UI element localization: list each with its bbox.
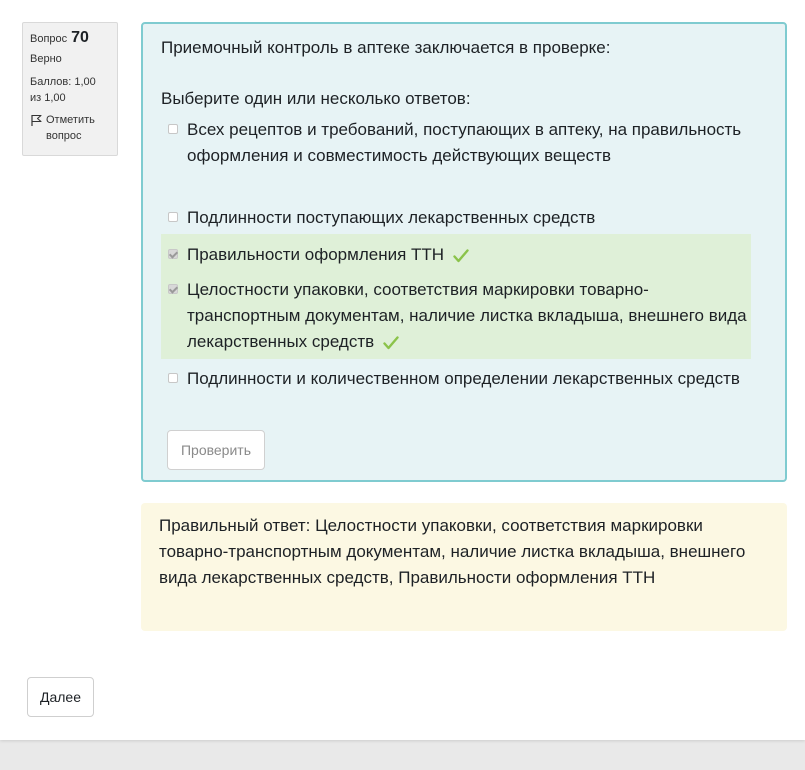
question-box: Приемочный контроль в аптеке заключается… (141, 22, 787, 482)
option-checkbox[interactable] (168, 249, 178, 259)
option-checkbox[interactable] (168, 124, 178, 134)
answer-option-2[interactable]: Подлинности поступающих лекарственных ср… (161, 205, 751, 231)
question-state: Верно (30, 53, 62, 65)
answer-option-1[interactable]: Всех рецептов и требований, поступающих … (161, 117, 751, 169)
flag-label: Отметить вопрос (46, 114, 95, 142)
check-mark-icon (383, 336, 399, 350)
answer-option-3[interactable]: Правильности оформления ТТН (161, 242, 751, 268)
question-grade: Баллов: 1,00 из 1,00 (30, 76, 96, 104)
correct-answer-feedback: Правильный ответ: Целостности упаковки, … (141, 503, 787, 631)
answer-prompt: Выберите один или несколько ответов: (161, 89, 471, 108)
option-label: Всех рецептов и требований, поступающих … (187, 120, 742, 165)
feedback-text: Правильный ответ: Целостности упаковки, … (159, 516, 746, 587)
answer-option-5[interactable]: Подлинности и количественном определении… (161, 366, 751, 392)
flag-question-link[interactable]: Отметить вопрос (30, 112, 110, 144)
check-mark-icon (453, 249, 469, 263)
question-number-row: Вопрос 70 (30, 30, 110, 47)
option-label: Подлинности и количественном определении… (187, 369, 740, 388)
question-number: 70 (71, 29, 89, 46)
option-checkbox[interactable] (168, 373, 178, 383)
option-label: Целостности упаковки, соответствия марки… (187, 280, 747, 351)
option-checkbox[interactable] (168, 212, 178, 222)
option-label: Правильности оформления ТТН (187, 245, 445, 264)
option-checkbox[interactable] (168, 284, 178, 294)
next-button[interactable]: Далее (27, 677, 94, 717)
option-label: Подлинности поступающих лекарственных ср… (187, 208, 596, 227)
question-text: Приемочный контроль в аптеке заключается… (161, 38, 611, 57)
question-label: Вопрос (30, 33, 68, 45)
quiz-page: Вопрос 70 Верно Баллов: 1,00 из 1,00 Отм… (0, 0, 805, 740)
check-button[interactable]: Проверить (167, 430, 265, 470)
answer-option-4[interactable]: Целостности упаковки, соответствия марки… (161, 277, 751, 355)
question-info: Вопрос 70 Верно Баллов: 1,00 из 1,00 Отм… (22, 22, 118, 156)
flag-icon (31, 114, 42, 126)
